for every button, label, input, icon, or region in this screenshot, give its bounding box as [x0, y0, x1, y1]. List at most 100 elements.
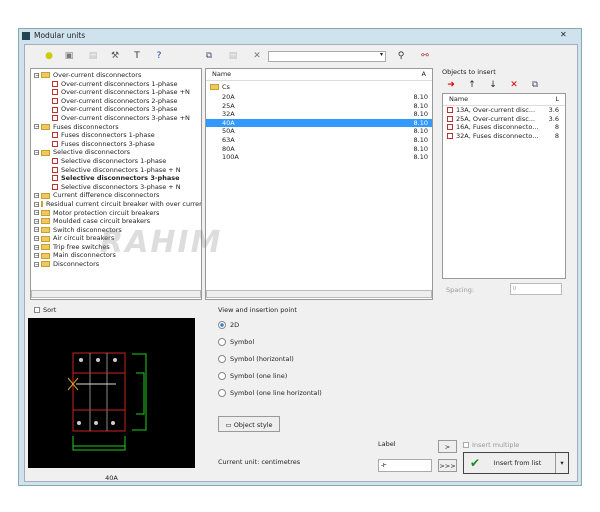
radio-icon[interactable] [218, 355, 226, 363]
tree-node[interactable]: Selective disconnectors 3-phase [34, 174, 198, 183]
view-option-radio[interactable]: 2D [218, 320, 322, 330]
tree-node[interactable]: Over-current disconnectors 3-phase +N [34, 114, 198, 123]
radio-icon[interactable] [218, 338, 226, 346]
object-row[interactable]: 32A, Fuses disconnecto... 8 [443, 132, 565, 141]
current-unit: Current unit: centimetres [218, 458, 301, 466]
objects-list[interactable]: Name L 13A, Over-current disc... 3.6 25A, O… [442, 93, 566, 279]
spacing-input[interactable] [510, 283, 562, 295]
expand-icon[interactable]: − [34, 244, 39, 250]
delete-icon[interactable]: ✕ [250, 49, 264, 63]
view-option-radio[interactable]: Symbol (horizontal) [218, 354, 322, 364]
expand-icon[interactable]: − [34, 150, 39, 156]
tree-node[interactable]: Over-current disconnectors 3-phase [34, 105, 198, 114]
list-scrollbar[interactable] [206, 290, 432, 298]
copy-icon[interactable]: ⧉ [202, 49, 216, 63]
list-row[interactable]: 100A 8.10 [206, 153, 432, 162]
radio-icon[interactable] [218, 321, 226, 329]
tree-node[interactable]: − Selective disconnectors [34, 148, 198, 157]
close-button[interactable]: ✕ [560, 30, 567, 39]
list-row[interactable]: 20A 8.10 [206, 93, 432, 102]
list-icon[interactable]: ▤ [86, 49, 100, 63]
copy-icon-2[interactable]: ⧉ [528, 78, 542, 92]
folder-icon [41, 226, 50, 233]
object-row[interactable]: 13A, Over-current disc... 3.6 [443, 106, 565, 115]
expand-icon[interactable]: − [34, 193, 39, 199]
label-all-button[interactable]: >>> [438, 459, 457, 472]
binoculars-icon[interactable]: ⚯ [418, 49, 432, 63]
folder-icon [41, 218, 50, 225]
row-name: 25A [222, 101, 235, 110]
tree-node[interactable]: − Motor protection circuit breakers [34, 209, 198, 218]
tree-node[interactable]: Fuses disconnectors 1-phase [34, 131, 198, 140]
tree-scrollbar[interactable] [31, 290, 201, 298]
expand-icon[interactable]: − [34, 253, 39, 259]
chevron-down-icon[interactable]: ▾ [380, 51, 383, 58]
item-icon [447, 107, 453, 114]
col-name[interactable]: Name [449, 94, 468, 105]
list-row[interactable]: 25A 8.10 [206, 102, 432, 111]
arrow-up-icon[interactable]: ↑ [465, 78, 479, 92]
search-icon[interactable]: ⚲ [394, 49, 408, 63]
preview-caption: 40A [105, 474, 118, 482]
object-style-button[interactable]: ▭ Object style [218, 416, 280, 432]
radio-icon[interactable] [218, 372, 226, 380]
tree-node[interactable]: Fuses disconnectors 3-phase [34, 140, 198, 149]
properties-icon[interactable]: ▣ [62, 49, 76, 63]
label-next-button[interactable]: > [438, 440, 457, 453]
expand-icon[interactable]: − [34, 261, 39, 267]
view-option-radio[interactable]: Symbol (one line) [218, 371, 322, 381]
tree-node[interactable]: − Residual current circuit breaker with o… [34, 200, 201, 209]
list-row[interactable]: 40A 8.10 [206, 118, 432, 128]
list-row[interactable]: 50A 8.10 [206, 127, 432, 136]
col-l[interactable]: L [555, 94, 559, 105]
list-icon-2[interactable]: ▤ [226, 49, 240, 63]
size-list[interactable]: Name A Cs 20A 8.10 25A 8.10 32A 8.10 40A 8.10 50A… [205, 68, 433, 300]
tree-node[interactable]: − Over-current disconnectors [34, 71, 198, 80]
sort-checkbox[interactable]: Sort [34, 306, 56, 314]
tree-node[interactable]: Selective disconnectors 3-phase + N [34, 183, 198, 192]
tree-node[interactable]: Over-current disconnectors 1-phase [34, 80, 198, 89]
tree-node[interactable]: − Disconnectors [34, 260, 198, 269]
expand-icon[interactable]: − [34, 227, 39, 233]
tree-node[interactable]: Selective disconnectors 1-phase [34, 157, 198, 166]
col-name[interactable]: Name [212, 69, 231, 80]
expand-icon[interactable]: − [34, 218, 39, 224]
tree-node[interactable]: Over-current disconnectors 2-phase [34, 97, 198, 106]
tree-node[interactable]: − Fuses disconnectors [34, 123, 198, 132]
radio-label: Symbol (horizontal) [230, 355, 294, 363]
expand-icon[interactable]: − [34, 72, 39, 78]
radio-icon[interactable] [218, 389, 226, 397]
object-name: 25A, Over-current disc... [456, 114, 536, 123]
category-tree[interactable]: − Over-current disconnectors Over-current … [30, 68, 202, 300]
expand-icon[interactable]: − [34, 236, 39, 242]
tree-node[interactable]: Selective disconnectors 1-phase + N [34, 166, 198, 175]
tools-icon[interactable]: ⚒ [108, 49, 122, 63]
arrow-right-icon[interactable]: ➜ [444, 78, 458, 92]
text-icon[interactable]: T [130, 49, 144, 63]
remove-icon[interactable]: ✕ [507, 78, 521, 92]
chevron-down-icon[interactable]: ▾ [555, 453, 568, 473]
label-input[interactable] [378, 459, 432, 472]
list-row[interactable]: 80A 8.10 [206, 145, 432, 154]
tree-node-label: Fuses disconnectors 1-phase [61, 131, 155, 140]
help-icon[interactable]: ? [152, 49, 166, 63]
list-row[interactable]: 63A 8.10 [206, 136, 432, 145]
arrow-down-icon[interactable]: ↓ [486, 78, 500, 92]
expand-icon[interactable]: − [34, 210, 39, 216]
expand-icon[interactable]: − [34, 124, 39, 130]
insert-from-list-button[interactable]: ✔ Insert from list ▾ [463, 452, 569, 474]
tree-node[interactable]: − Current difference disconnectors [34, 191, 198, 200]
add-icon[interactable]: ● [42, 49, 56, 63]
folder-label[interactable]: Cs [222, 83, 230, 91]
view-option-radio[interactable]: Symbol (one line horizontal) [218, 388, 322, 398]
col-a[interactable]: A [422, 69, 426, 80]
view-option-radio[interactable]: Symbol [218, 337, 322, 347]
tree-node-label: Selective disconnectors 3-phase + N [61, 182, 181, 191]
insert-multiple-checkbox[interactable]: Insert multiple [463, 441, 519, 449]
list-row[interactable]: 32A 8.10 [206, 110, 432, 119]
object-row[interactable]: 25A, Over-current disc... 3.6 [443, 115, 565, 124]
expand-icon[interactable]: − [34, 201, 39, 207]
search-input[interactable] [268, 51, 386, 62]
object-row[interactable]: 16A, Fuses disconnecto... 8 [443, 123, 565, 132]
tree-node[interactable]: Over-current disconnectors 1-phase +N [34, 88, 198, 97]
